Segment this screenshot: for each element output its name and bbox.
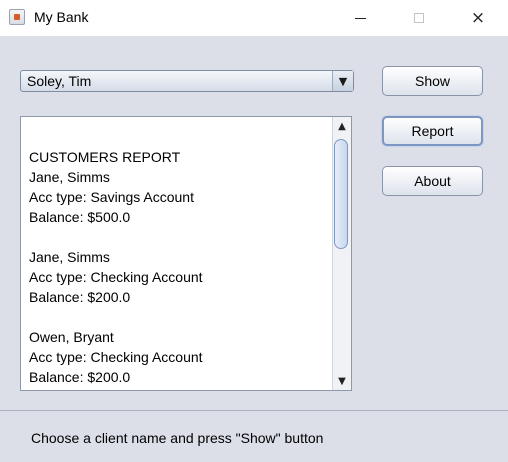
report-line: Balance: $200.0 (29, 289, 131, 305)
close-icon: × (470, 7, 486, 28)
chevron-down-icon[interactable]: ▼ (332, 71, 353, 91)
report-text-area[interactable]: CUSTOMERS REPORT Jane, Simms Acc type: S… (20, 116, 352, 391)
report-line: Jane, Simms (29, 249, 110, 265)
report-line: Jane, Simms (29, 169, 110, 185)
title-bar: My Bank × (0, 0, 508, 36)
report-line: Acc type: Savings Account (29, 189, 194, 205)
about-button[interactable]: About (382, 166, 483, 196)
report-line: CUSTOMERS REPORT (29, 149, 181, 165)
status-text: Choose a client name and press "Show" bu… (31, 430, 324, 446)
report-line: Owen, Bryant (29, 329, 114, 345)
scroll-down-icon[interactable]: ▼ (333, 372, 351, 390)
window-title: My Bank (34, 9, 89, 25)
client-select-value: Soley, Tim (27, 73, 92, 89)
close-button[interactable]: × (449, 0, 507, 36)
report-line: Balance: $500.0 (29, 209, 131, 225)
report-line (29, 227, 329, 247)
report-line: Balance: $200.0 (29, 369, 131, 385)
report-button[interactable]: Report (382, 116, 483, 146)
vertical-scrollbar[interactable]: ▲ ▼ (332, 117, 351, 390)
scroll-up-icon[interactable]: ▲ (333, 117, 351, 135)
client-select[interactable]: Soley, Tim ▼ (20, 70, 354, 92)
minimize-button[interactable] (331, 0, 389, 36)
report-line (29, 307, 329, 327)
scrollbar-thumb[interactable] (334, 139, 348, 249)
show-button[interactable]: Show (382, 66, 483, 96)
maximize-icon (414, 13, 424, 23)
report-content: CUSTOMERS REPORT Jane, Simms Acc type: S… (29, 147, 329, 387)
java-icon (9, 9, 25, 25)
status-divider (0, 410, 508, 411)
maximize-button[interactable] (390, 0, 448, 36)
report-line: Acc type: Checking Account (29, 349, 203, 365)
minimize-icon (354, 17, 366, 19)
report-line: Acc type: Checking Account (29, 269, 203, 285)
